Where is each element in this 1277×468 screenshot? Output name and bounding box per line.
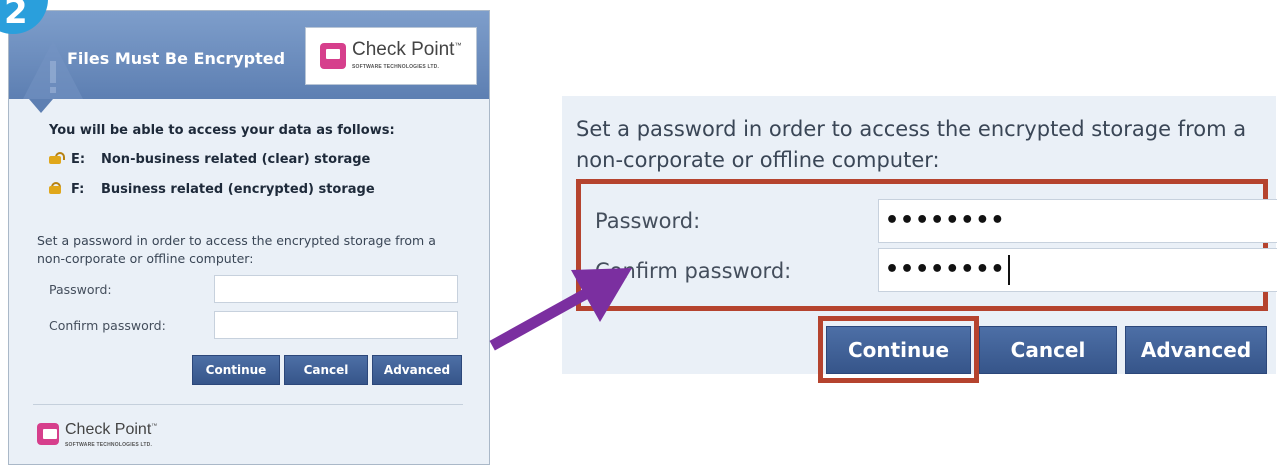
zoom-confirm-password-input[interactable]: •••••••• [878,248,1277,292]
drive-row-f: F: Business related (encrypted) storage [49,181,375,197]
zoom-password-label: Password: [595,209,701,233]
drive-row-e: E: Non-business related (clear) storage [49,151,370,167]
drive-label: Non-business related (clear) storage [101,152,371,167]
footer-divider [33,404,463,405]
access-intro: You will be able to access your data as … [49,123,395,138]
checkpoint-logo: Check Point™ SOFTWARE TECHNOLOGIES LTD. [305,27,477,85]
zoomed-password-panel: Set a password in order to access the en… [562,96,1277,383]
dialog-title: Files Must Be Encrypted [67,49,286,68]
logo-tm: ™ [151,423,158,430]
password-label: Password: [49,282,112,297]
password-fields-highlight: Password: •••••••• Confirm password: •••… [576,179,1277,311]
lock-icon [49,182,61,194]
continue-button[interactable]: Continue [192,355,280,385]
password-input[interactable] [214,275,458,303]
logo-tm: ™ [454,42,462,50]
checkpoint-logo-icon [320,43,346,69]
logo-name: Check Point [352,39,455,60]
text-cursor [1007,255,1010,285]
zoom-confirm-password-label: Confirm password: [595,259,792,283]
advanced-button[interactable]: Advanced [372,355,462,385]
confirm-password-input[interactable] [214,311,458,339]
confirm-password-label: Confirm password: [49,318,166,333]
logo-name: Check Point [65,421,152,438]
zoom-advanced-button[interactable]: Advanced [1125,326,1267,374]
cancel-button[interactable]: Cancel [284,355,368,385]
step-number: 2 [4,0,28,32]
drive-label: Business related (encrypted) storage [101,182,375,197]
continue-button-highlight [818,316,979,383]
encryption-dialog: Files Must Be Encrypted Check Point™ SOF… [8,10,490,465]
zoom-password-input[interactable]: •••••••• [878,199,1277,243]
zoom-cancel-button[interactable]: Cancel [979,326,1117,374]
password-mask: •••••••• [885,208,1006,233]
dialog-header: Files Must Be Encrypted Check Point™ SOF… [9,11,489,99]
zoom-password-description: Set a password in order to access the en… [576,117,1247,172]
logo-tagline: SOFTWARE TECHNOLOGIES LTD. [352,64,440,70]
drive-letter: E: [71,152,86,167]
logo-tagline: SOFTWARE TECHNOLOGIES LTD. [65,442,153,448]
drive-letter: F: [71,182,85,197]
password-description: Set a password in order to access the en… [37,233,436,266]
header-pointer [29,99,53,113]
confirm-password-mask: •••••••• [885,257,1006,282]
checkpoint-logo-icon [37,423,59,445]
open-lock-icon [49,152,65,164]
